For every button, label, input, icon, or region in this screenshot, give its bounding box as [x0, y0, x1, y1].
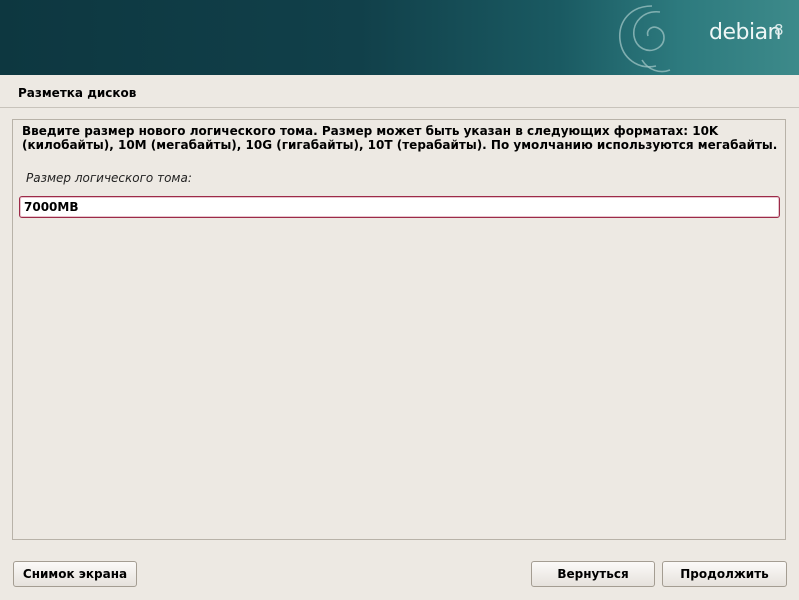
lv-size-input[interactable] [19, 196, 780, 218]
continue-button[interactable]: Продолжить [662, 561, 787, 587]
screenshot-button[interactable]: Снимок экрана [13, 561, 137, 587]
installer-banner: debian 8 [0, 0, 799, 75]
debian-version: 8 [774, 21, 784, 39]
page-title: Разметка дисков [18, 86, 137, 100]
back-button[interactable]: Вернуться [531, 561, 655, 587]
title-divider [0, 107, 799, 108]
lv-size-label: Размер логического тома: [26, 171, 192, 185]
debian-logo-text: debian [709, 20, 782, 45]
question-description: Введите размер нового логического тома. … [22, 124, 778, 152]
debian-swirl-icon [619, 5, 671, 73]
